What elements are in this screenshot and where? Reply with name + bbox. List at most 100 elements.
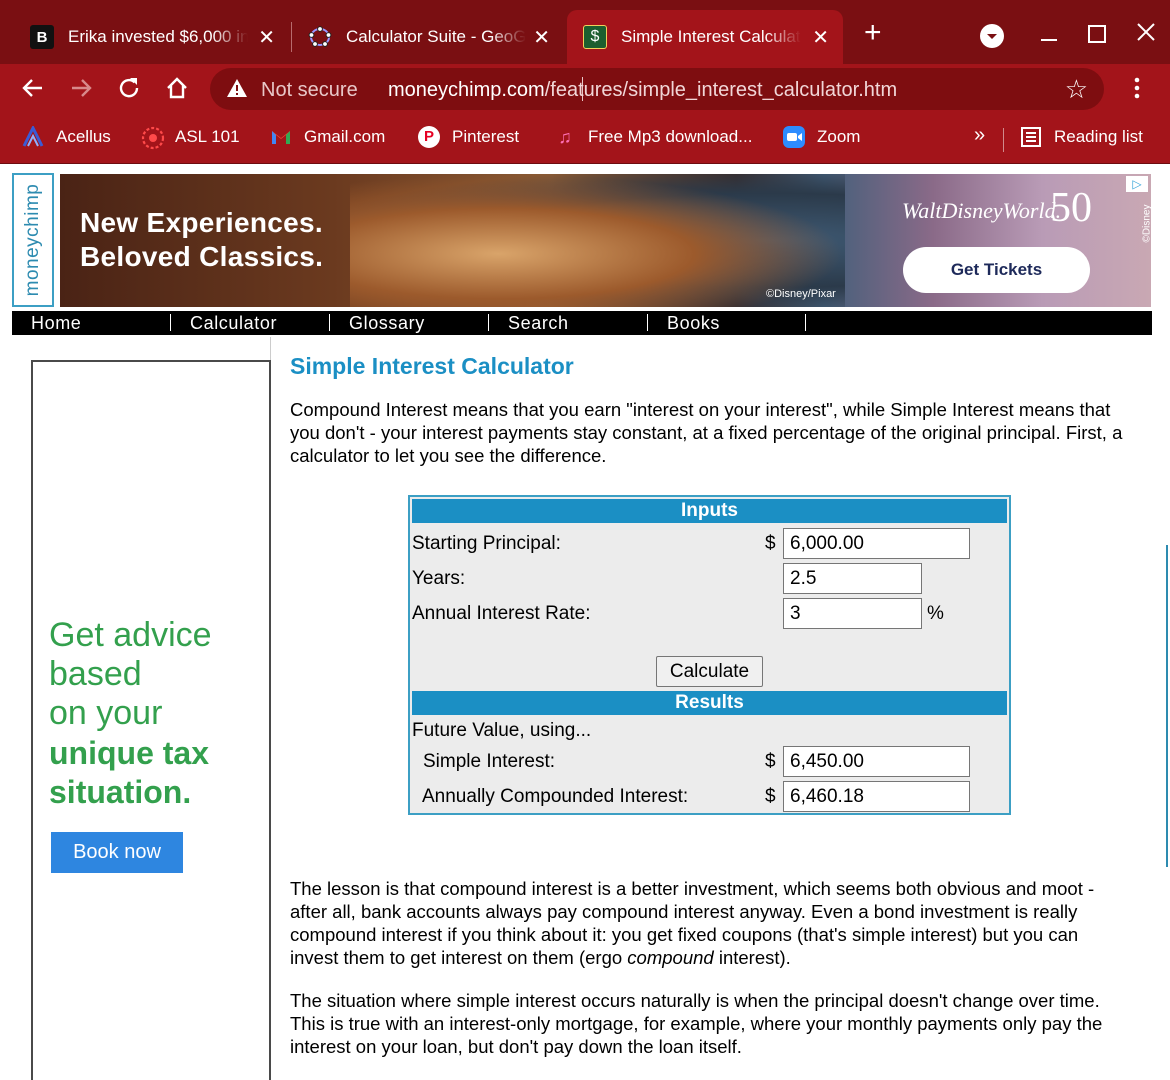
bookmarks-divider (1003, 128, 1004, 152)
bookmark-label: ASL 101 (175, 127, 240, 146)
rate-input[interactable]: 3 (783, 598, 922, 629)
bookmark-star-icon[interactable]: ☆ (1065, 74, 1088, 105)
banner-headline: New Experiences. Beloved Classics. (80, 206, 323, 274)
lower-content: The lesson is that compound interest is … (290, 877, 1130, 1078)
bookmark-zoom[interactable]: Zoom (783, 126, 860, 148)
nav-divider (805, 314, 806, 331)
url-path: /features/simple_interest_calculator.htm (544, 79, 898, 101)
side-ad-line: based (49, 655, 142, 693)
nav-home[interactable]: Home (31, 313, 81, 334)
calculate-button[interactable]: Calculate (656, 656, 763, 687)
nav-search[interactable]: Search (508, 313, 569, 334)
simple-interest-label: Simple Interest: (423, 751, 555, 772)
tab-title: Erika invested $6,000 in (68, 27, 248, 46)
reload-icon[interactable] (116, 75, 142, 105)
gmail-icon (270, 126, 292, 148)
lesson-emphasis: compound (627, 947, 714, 968)
minimize-icon[interactable] (1040, 22, 1058, 48)
nav-divider (488, 314, 489, 331)
nav-divider (647, 314, 648, 331)
tab-simple-interest[interactable]: $ Simple Interest Calculator ✕ (567, 10, 843, 64)
geogebra-icon (308, 25, 332, 49)
side-ad-line: on your (49, 694, 163, 732)
percent-symbol: % (927, 603, 944, 624)
principal-label: Starting Principal: (412, 533, 561, 554)
side-ad[interactable]: Get advice based on your unique tax situ… (31, 360, 271, 1080)
tab-erika[interactable]: B Erika invested $6,000 in ✕ (14, 10, 289, 64)
tab-geogebra[interactable]: Calculator Suite - GeoGebra ✕ (292, 10, 564, 64)
forward-icon[interactable] (68, 75, 94, 105)
lesson-text-end: interest). (713, 947, 791, 968)
currency-symbol: $ (765, 786, 776, 807)
bookmark-acellus[interactable]: Acellus (22, 124, 111, 148)
banner-ad[interactable]: New Experiences. Beloved Classics. ©Disn… (60, 174, 1151, 307)
banner-line2: Beloved Classics. (80, 241, 324, 272)
tab-title: Calculator Suite - GeoGebra (346, 27, 526, 46)
bookmarks-overflow-button[interactable]: » (974, 124, 985, 147)
compound-interest-output[interactable]: 6,460.18 (783, 781, 970, 812)
future-value-label: Future Value, using... (412, 720, 592, 741)
side-ad-line: situation. (49, 774, 192, 810)
back-icon[interactable] (20, 75, 46, 105)
simple-interest-output[interactable]: 6,450.00 (783, 746, 970, 777)
bookmark-label: Gmail.com (304, 127, 386, 146)
results-header: Results (412, 691, 1007, 715)
banner-line1: New Experiences. (80, 207, 323, 238)
rate-label: Annual Interest Rate: (412, 603, 591, 624)
url-domain: moneychimp.com (388, 79, 545, 101)
site-logo[interactable]: moneychimp (12, 173, 54, 307)
address-bar[interactable]: Not secure moneychimp.com/features/simpl… (210, 68, 1104, 110)
nav-calculator[interactable]: Calculator (190, 313, 277, 334)
side-ad-line: unique tax (49, 735, 210, 771)
side-ad-text: Get advice based on your (49, 616, 212, 733)
side-ad-bold-text: unique tax situation. (49, 734, 209, 812)
bookmark-label: Free Mp3 download... (588, 127, 753, 146)
close-window-icon[interactable] (1136, 22, 1156, 48)
bookmark-asl[interactable]: ASL 101 (141, 126, 240, 150)
nav-books[interactable]: Books (667, 313, 720, 334)
close-icon[interactable]: ✕ (812, 25, 829, 50)
site-nav: Home Calculator Glossary Search Books (12, 311, 1152, 335)
close-icon[interactable]: ✕ (533, 25, 550, 50)
reading-list-button[interactable]: Reading list (1020, 126, 1143, 148)
get-tickets-button[interactable]: Get Tickets (903, 247, 1090, 293)
pinterest-icon: P (418, 126, 440, 148)
reading-list-label: Reading list (1054, 127, 1143, 146)
bookmark-pinterest[interactable]: P Pinterest (418, 126, 519, 148)
maximize-icon[interactable] (1088, 23, 1106, 49)
compound-interest-label: Annually Compounded Interest: (422, 786, 689, 807)
warning-icon[interactable] (226, 77, 248, 105)
situation-paragraph: The situation where simple interest occu… (290, 990, 1103, 1057)
bookmark-gmail[interactable]: Gmail.com (270, 126, 385, 148)
new-tab-icon[interactable]: + (864, 18, 882, 48)
book-now-button[interactable]: Book now (51, 832, 183, 873)
lesson-paragraph: The lesson is that compound interest is … (290, 877, 1130, 969)
inputs-header: Inputs (412, 499, 1007, 523)
main-content: Simple Interest Calculator Compound Inte… (290, 355, 1130, 487)
url-text[interactable]: moneychimp.com/features/simple_interest_… (388, 79, 897, 102)
banner-side-credit: ©Disney (1141, 204, 1151, 243)
years-input[interactable]: 2.5 (783, 563, 922, 594)
scrollbar-thumb[interactable] (1166, 545, 1168, 867)
adchoices-icon[interactable]: ▷ (1126, 176, 1148, 192)
security-label[interactable]: Not secure (261, 79, 358, 102)
currency-symbol: $ (765, 533, 776, 554)
page-title: Simple Interest Calculator (290, 353, 574, 379)
logo-text: moneychimp (22, 183, 43, 297)
bookmark-mp3[interactable]: ♫ Free Mp3 download... (554, 126, 752, 148)
menu-kebab-icon[interactable] (1126, 75, 1148, 105)
banner-credit: ©Disney/Pixar (766, 288, 836, 300)
tab-search-icon[interactable] (980, 24, 1004, 48)
disney-world-logo: WaltDisneyWorld. (902, 198, 1062, 223)
close-icon[interactable]: ✕ (258, 25, 275, 50)
bookmarks-bar: Acellus ASL 101 Gmail.com P Pinterest ♫ … (0, 114, 1170, 164)
bookmark-label: Acellus (56, 127, 111, 146)
music-icon: ♫ (558, 127, 572, 147)
home-icon[interactable] (164, 75, 190, 105)
nav-divider (329, 314, 330, 331)
anniversary-mark: 50 (1050, 185, 1092, 231)
nav-glossary[interactable]: Glossary (349, 313, 425, 334)
side-ad-line: Get advice (49, 616, 212, 654)
zoom-icon (783, 126, 805, 148)
principal-input[interactable]: 6,000.00 (783, 528, 970, 559)
